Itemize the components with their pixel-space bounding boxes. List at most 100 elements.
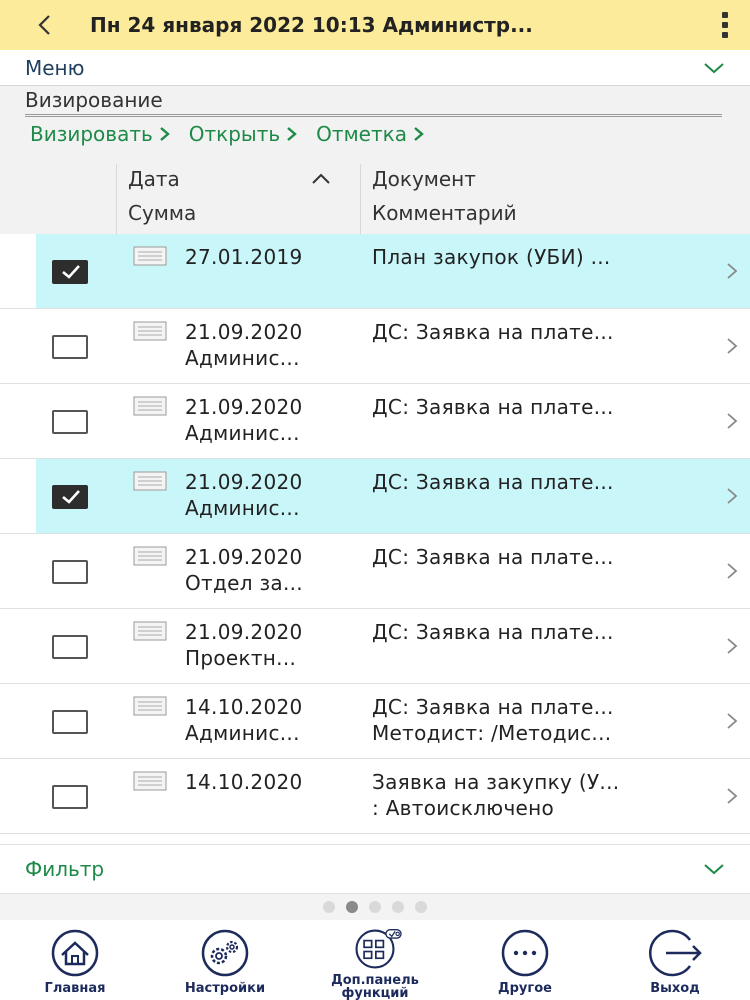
- table-row[interactable]: 21.09.2020 Админис... ДС: Заявка на плат…: [0, 309, 750, 384]
- row-checkbox[interactable]: [52, 560, 88, 584]
- document-icon: [133, 771, 167, 791]
- exit-icon: [649, 929, 702, 977]
- row-checkbox[interactable]: [52, 485, 88, 509]
- action-bar: Визировать Открыть Отметка: [30, 122, 425, 146]
- page-dot[interactable]: [323, 901, 335, 913]
- table-row[interactable]: 14.10.2020 Админис... ДС: Заявка на плат…: [0, 684, 750, 759]
- row-sum: Отдел за...: [185, 571, 303, 595]
- row-sum: Проектн...: [185, 646, 297, 670]
- document-icon: [133, 621, 167, 641]
- column-header-comment-label: Комментарий: [372, 201, 517, 225]
- row-date: 14.10.2020: [185, 770, 303, 794]
- row-sum: Админис...: [185, 421, 300, 445]
- row-comment: Методист: /Методис...: [372, 721, 612, 745]
- section-title: Визирование: [25, 88, 163, 112]
- chevron-right-icon: [287, 127, 298, 141]
- chevron-right-icon[interactable]: [726, 262, 738, 280]
- row-document: ДС: Заявка на плате...: [372, 470, 614, 494]
- row-date: 21.09.2020: [185, 545, 303, 569]
- document-icon: [133, 471, 167, 491]
- chevron-right-icon[interactable]: [726, 637, 738, 655]
- home-icon: [51, 929, 99, 977]
- page-indicator: [0, 894, 750, 920]
- column-header-document-label: Документ: [372, 167, 476, 191]
- kebab-dot-icon: [722, 32, 728, 38]
- more-menu-button[interactable]: [700, 0, 750, 50]
- header-title: Пн 24 января 2022 10:13 Администр...: [90, 13, 533, 37]
- document-icon: [133, 246, 167, 266]
- document-icon: [133, 396, 167, 416]
- open-button[interactable]: Открыть: [189, 122, 298, 146]
- filter-bar[interactable]: Фильтр: [0, 844, 750, 894]
- chevron-down-icon: [704, 62, 724, 73]
- nav-exit[interactable]: Выход: [600, 920, 750, 1000]
- row-checkbox[interactable]: [52, 785, 88, 809]
- page-dot[interactable]: [415, 901, 427, 913]
- table-row[interactable]: 21.09.2020 Админис... ДС: Заявка на плат…: [0, 459, 750, 534]
- sign-button-label: Визировать: [30, 122, 153, 146]
- more-icon: [501, 929, 549, 977]
- nav-other-label: Другое: [498, 981, 552, 996]
- nav-settings[interactable]: Настройки: [150, 920, 300, 1000]
- row-checkbox[interactable]: [52, 710, 88, 734]
- table-row[interactable]: 21.09.2020 Отдел за... ДС: Заявка на пла…: [0, 534, 750, 609]
- table-row[interactable]: 21.09.2020 Проектн... ДС: Заявка на плат…: [0, 609, 750, 684]
- row-date: 21.09.2020: [185, 395, 303, 419]
- row-checkbox[interactable]: [52, 260, 88, 284]
- chevron-right-icon: [414, 127, 424, 141]
- chevron-right-icon[interactable]: [726, 787, 738, 805]
- mark-button[interactable]: Отметка: [316, 122, 425, 146]
- checkmark-icon: [62, 490, 80, 504]
- table-row[interactable]: 27.01.2019 План закупок (УБИ) ...: [0, 234, 750, 309]
- row-date: 21.09.2020: [185, 620, 303, 644]
- row-date: 14.10.2020: [185, 695, 303, 719]
- column-header-document[interactable]: Документ Комментарий: [372, 162, 742, 234]
- nav-function-panel[interactable]: Доп.панель функций: [300, 920, 450, 1000]
- chevron-right-icon[interactable]: [726, 487, 738, 505]
- nav-other[interactable]: Другое: [450, 920, 600, 1000]
- section-divider: [25, 114, 722, 117]
- sign-button[interactable]: Визировать: [30, 122, 171, 146]
- chevron-right-icon[interactable]: [726, 337, 738, 355]
- row-date: 21.09.2020: [185, 320, 303, 344]
- chevron-down-icon: [704, 864, 724, 875]
- row-document: ДС: Заявка на плате...: [372, 320, 614, 344]
- row-sum: Админис...: [185, 721, 300, 745]
- row-document: Заявка на закупку (У...: [372, 770, 620, 794]
- row-checkbox[interactable]: [52, 635, 88, 659]
- row-document: ДС: Заявка на плате...: [372, 395, 614, 419]
- chevron-right-icon[interactable]: [726, 712, 738, 730]
- nav-function-panel-label: Доп.панель функций: [331, 973, 419, 1000]
- menu-bar[interactable]: Меню: [0, 50, 750, 86]
- visa-panel: Визирование Визировать Открыть Отметка Д…: [0, 86, 750, 234]
- document-icon: [133, 696, 167, 716]
- table-row[interactable]: 14.10.2020 Заявка на закупку (У... : Авт…: [0, 759, 750, 834]
- column-header-sum-label: Сумма: [128, 201, 197, 225]
- chevron-right-icon: [159, 127, 170, 141]
- chevron-right-icon[interactable]: [726, 412, 738, 430]
- back-button[interactable]: [0, 0, 90, 50]
- table-row[interactable]: 21.09.2020 Админис... ДС: Заявка на плат…: [0, 384, 750, 459]
- page-dot[interactable]: [346, 901, 358, 913]
- nav-home[interactable]: Главная: [0, 920, 150, 1000]
- filter-label: Фильтр: [25, 857, 105, 881]
- document-icon: [133, 321, 167, 341]
- page-dot[interactable]: [392, 901, 404, 913]
- page-dot[interactable]: [369, 901, 381, 913]
- row-sum: Админис...: [185, 496, 300, 520]
- row-checkbox[interactable]: [52, 410, 88, 434]
- row-document: ДС: Заявка на плате...: [372, 695, 614, 719]
- nav-home-label: Главная: [44, 981, 106, 996]
- row-comment: : Автоисключено: [372, 796, 555, 820]
- nav-settings-label: Настройки: [184, 981, 266, 996]
- kebab-dot-icon: [722, 12, 728, 18]
- sort-ascending-icon[interactable]: [310, 172, 332, 186]
- row-checkbox[interactable]: [52, 335, 88, 359]
- bottom-navigation: Главная Настройки Доп.панель функций Дру…: [0, 920, 750, 1000]
- mark-button-label: Отметка: [316, 122, 407, 146]
- chevron-right-icon[interactable]: [726, 562, 738, 580]
- document-icon: [133, 546, 167, 566]
- row-sum: Админис...: [185, 346, 300, 370]
- open-button-label: Открыть: [188, 122, 281, 146]
- row-date: 21.09.2020: [185, 470, 303, 494]
